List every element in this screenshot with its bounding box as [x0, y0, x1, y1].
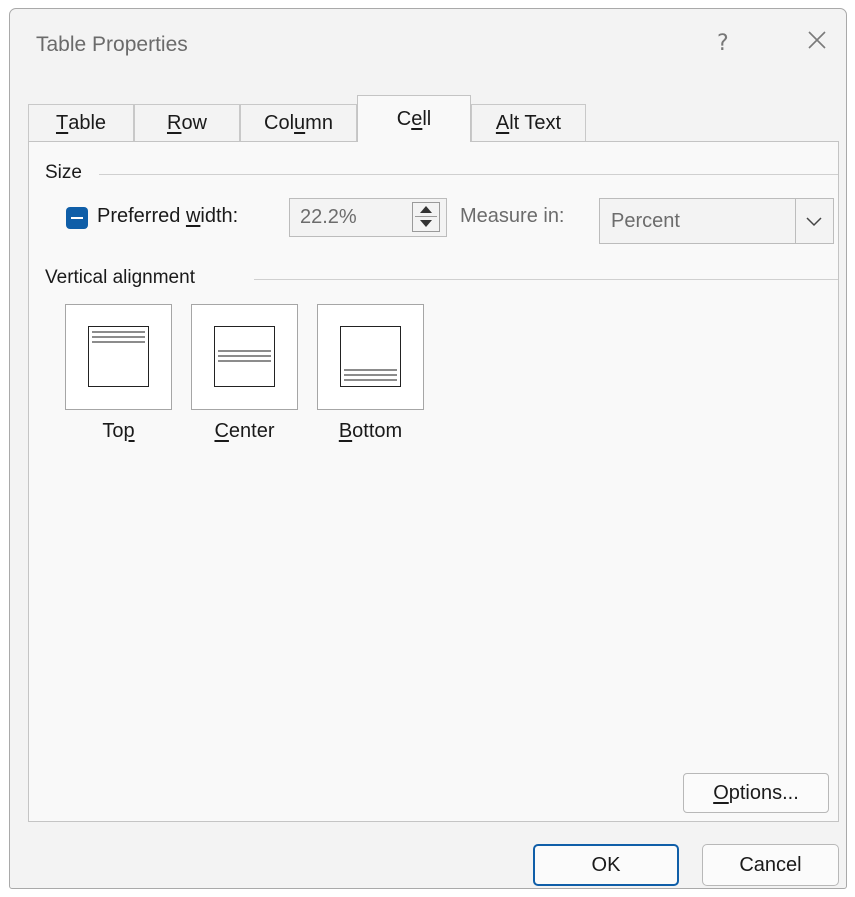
align-top-icon	[88, 326, 149, 387]
align-top-label: Top	[65, 420, 172, 443]
ok-button[interactable]: OK	[533, 844, 679, 886]
text-line	[92, 336, 145, 338]
measure-in-value: Percent	[611, 210, 680, 232]
text-line	[344, 374, 397, 376]
text-line	[344, 369, 397, 371]
preferred-width-label: Preferred width:	[97, 205, 238, 228]
align-top-label-text: To	[102, 420, 124, 442]
preferred-width-checkbox[interactable]	[66, 207, 88, 229]
vertical-alignment-group-label: Vertical alignment	[45, 267, 195, 288]
measure-in-dropdown-button[interactable]	[795, 199, 833, 243]
tab-label: lt Text	[509, 111, 562, 134]
size-group-label: Size	[45, 162, 82, 183]
align-center-label-text: enter	[228, 420, 275, 442]
text-line	[218, 360, 271, 362]
align-bottom-button[interactable]	[317, 304, 424, 410]
preferred-width-label-text: idth:	[200, 205, 239, 227]
text-line	[218, 350, 271, 352]
tab-table[interactable]: Table	[28, 104, 134, 141]
measure-in-label: Measure in:	[460, 205, 565, 227]
tab-label-mnemonic: u	[294, 111, 306, 134]
title-bar: Table Properties ?	[10, 9, 846, 79]
dialog-title: Table Properties	[36, 33, 188, 56]
align-bottom-icon	[340, 326, 401, 387]
tab-label-mnemonic: A	[495, 111, 510, 134]
tab-label: Col	[264, 111, 295, 134]
vertical-alignment-group-divider	[254, 279, 838, 280]
tab-label-mnemonic: R	[166, 111, 182, 134]
text-line	[218, 355, 271, 357]
preferred-width-label-text: Preferred	[97, 205, 186, 227]
tab-label: C	[396, 107, 412, 130]
preferred-width-label-mnemonic: w	[185, 205, 201, 227]
tab-row[interactable]: Row	[134, 104, 240, 141]
tab-label: ll	[422, 107, 432, 130]
tab-cell[interactable]: Ce ll	[357, 95, 471, 142]
chevron-down-icon	[806, 217, 822, 227]
align-bottom-label-mnemonic: B	[338, 420, 353, 442]
spin-down-icon[interactable]	[420, 220, 432, 227]
help-icon[interactable]: ?	[717, 31, 729, 56]
tab-alt-text[interactable]: Alt Text	[471, 104, 586, 141]
cancel-button[interactable]: Cancel	[702, 844, 839, 886]
options-button-label: ptions...	[728, 781, 799, 804]
align-bottom-label-text: ottom	[352, 420, 403, 442]
size-group-divider	[99, 174, 838, 175]
align-bottom-label: Bottom	[317, 420, 424, 443]
cell-tab-panel: Size Preferred width: Measure in: Percen…	[28, 141, 839, 822]
spin-up-icon[interactable]	[420, 206, 432, 213]
tab-label-mnemonic: e	[411, 107, 423, 130]
tab-label: ow	[181, 111, 208, 134]
options-button[interactable]: Options...	[683, 773, 829, 813]
align-top-label-mnemonic: p	[123, 420, 135, 442]
tab-column[interactable]: Col u mn	[240, 104, 357, 141]
tab-label: able	[68, 111, 107, 134]
measure-in-select[interactable]: Percent	[599, 198, 834, 244]
text-line	[92, 341, 145, 343]
text-line	[344, 379, 397, 381]
text-line	[92, 331, 145, 333]
table-properties-dialog: Table Properties ? Table Row Col u mn Ce ll…	[9, 8, 847, 889]
close-icon[interactable]	[805, 28, 829, 52]
align-center-label: Center	[191, 420, 298, 443]
tab-label: mn	[305, 111, 333, 134]
options-button-mnemonic: O	[713, 781, 729, 804]
align-center-button[interactable]	[191, 304, 298, 410]
align-center-label-mnemonic: C	[214, 420, 229, 442]
preferred-width-spinner[interactable]	[412, 202, 440, 232]
align-top-button[interactable]	[65, 304, 172, 410]
spin-divider	[415, 216, 437, 217]
tab-label-mnemonic: T	[55, 111, 69, 134]
align-center-icon	[214, 326, 275, 387]
